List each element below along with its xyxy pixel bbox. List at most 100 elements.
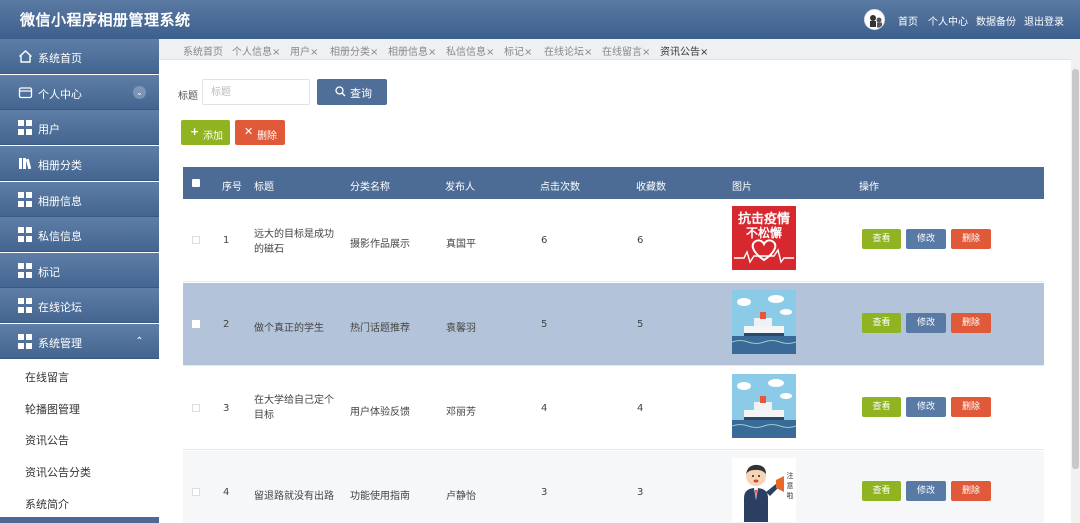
add-button-label: 添加 xyxy=(203,131,223,142)
cell-clicks: 5 xyxy=(541,319,548,330)
poster-image: 抗击疫情 不松懈 xyxy=(732,206,796,270)
sidebar-item-forum[interactable]: 在线论坛 xyxy=(0,288,159,323)
sidebar-item-album-category[interactable]: 相册分类 xyxy=(0,146,159,181)
row-checkbox[interactable] xyxy=(192,404,200,412)
cell-category: 热门话题推荐 xyxy=(350,323,410,334)
delete-button[interactable]: 删除 xyxy=(951,481,991,501)
tab-bar: 系统首页 个人信息× 用户× 相册分类× 相册信息× 私信信息× 标记× 在线论… xyxy=(159,39,1071,60)
cell-favorites: 6 xyxy=(637,235,644,246)
view-button[interactable]: 查看 xyxy=(862,313,901,333)
cartoon-image: 注 意 啦 xyxy=(732,458,796,522)
tab-marks[interactable]: 标记× xyxy=(504,43,532,58)
edit-button[interactable]: 修改 xyxy=(906,229,946,249)
cell-category: 摄影作品展示 xyxy=(350,239,410,250)
cell-title: 做个真正的学生 xyxy=(254,323,324,334)
table-row[interactable]: 1 远大的目标是成功的磁石 摄影作品展示 真国平 6 6 抗击疫情 不松懈 查看… xyxy=(183,199,1044,282)
tab-news[interactable]: 资讯公告× xyxy=(660,43,708,58)
cell-no: 3 xyxy=(223,403,230,414)
cell-publisher: 卢静怡 xyxy=(446,491,476,502)
sidebar-item-private-messages[interactable]: 私信信息 xyxy=(0,217,159,252)
cell-title: 远大的目标是成功的磁石 xyxy=(254,229,334,255)
search-button[interactable]: 查询 xyxy=(317,79,387,105)
row-checkbox[interactable] xyxy=(192,236,200,244)
sidebar-item-home[interactable]: 系统首页 xyxy=(0,39,159,74)
sidebar-item-personal-center[interactable]: 个人中心 ⌄ xyxy=(0,75,159,110)
tab-home[interactable]: 系统首页 xyxy=(183,43,223,58)
close-icon: ✕ xyxy=(244,125,254,138)
column-header: 分类名称 xyxy=(350,182,390,193)
view-button[interactable]: 查看 xyxy=(862,229,901,249)
cell-clicks: 3 xyxy=(541,487,548,498)
delete-button[interactable]: 删除 xyxy=(951,397,991,417)
delete-button[interactable]: 删除 xyxy=(951,313,991,333)
bulk-delete-button[interactable]: ✕ 删除 xyxy=(235,120,285,145)
column-header: 发布人 xyxy=(445,182,475,193)
poster-text: 不松懈 xyxy=(746,225,782,240)
tab-album-category[interactable]: 相册分类× xyxy=(330,43,378,58)
sidebar-item-label: 系统管理 xyxy=(38,337,82,350)
tab-album-info[interactable]: 相册信息× xyxy=(388,43,436,58)
sidebar-subitem-carousel[interactable]: 轮播图管理 xyxy=(25,401,80,417)
sidebar-subitem-system-intro[interactable]: 系统简介 xyxy=(25,496,69,512)
cell-category: 功能使用指南 xyxy=(350,491,410,502)
nav-profile[interactable]: 个人中心 xyxy=(928,13,968,28)
ship-image xyxy=(732,290,796,354)
column-header: 收藏数 xyxy=(636,182,666,193)
search-button-label: 查询 xyxy=(350,87,372,100)
table-row[interactable]: 4 留退路就没有出路 功能使用指南 卢静怡 3 3 注 意 啦 查看 修改 删除 xyxy=(183,451,1044,523)
sidebar-item-marks[interactable]: 标记 xyxy=(0,253,159,288)
cell-clicks: 4 xyxy=(541,403,548,414)
sidebar-subitem-news[interactable]: 资讯公告 xyxy=(25,432,69,448)
delete-button[interactable]: 删除 xyxy=(951,229,991,249)
cartoon-text: 啦 xyxy=(787,491,794,500)
select-all-checkbox[interactable] xyxy=(192,179,200,187)
sidebar-item-label: 用户 xyxy=(38,123,60,136)
edit-button[interactable]: 修改 xyxy=(906,313,946,333)
sidebar-item-system-management[interactable]: 系统管理 ⌃ xyxy=(0,324,159,359)
cell-clicks: 6 xyxy=(541,235,548,246)
table-row[interactable]: 3 在大学给自己定个目标 用户体验反馈 邓丽芳 4 4 查看 修改 删除 xyxy=(183,367,1044,450)
grid-icon xyxy=(18,298,33,313)
sidebar-item-users[interactable]: 用户 xyxy=(0,110,159,145)
cell-publisher: 袁馨羽 xyxy=(446,323,476,334)
nav-backup[interactable]: 数据备份 xyxy=(976,13,1016,28)
chevron-up-icon[interactable]: ⌃ xyxy=(133,335,146,348)
tab-private-messages[interactable]: 私信信息× xyxy=(446,43,494,58)
column-header: 图片 xyxy=(732,182,752,193)
avatar[interactable] xyxy=(864,9,885,30)
search-label: 标题 xyxy=(178,91,198,102)
cell-favorites: 5 xyxy=(637,319,644,330)
chevron-down-icon[interactable]: ⌄ xyxy=(133,86,146,99)
edit-button[interactable]: 修改 xyxy=(906,481,946,501)
tab-personal-info[interactable]: 个人信息× xyxy=(232,43,280,58)
view-button[interactable]: 查看 xyxy=(862,397,901,417)
view-button[interactable]: 查看 xyxy=(862,481,901,501)
nav-logout[interactable]: 退出登录 xyxy=(1024,13,1064,28)
sidebar-item-label: 私信信息 xyxy=(38,230,82,243)
sidebar-subitem-messages[interactable]: 在线留言 xyxy=(25,369,69,385)
nav-home[interactable]: 首页 xyxy=(898,13,918,28)
cell-category: 用户体验反馈 xyxy=(350,407,410,418)
edit-button[interactable]: 修改 xyxy=(906,397,946,417)
tab-messages[interactable]: 在线留言× xyxy=(602,43,650,58)
sidebar-subitem-news-category[interactable]: 资讯公告分类 xyxy=(25,464,91,480)
tab-users[interactable]: 用户× xyxy=(290,43,318,58)
sidebar-divider xyxy=(0,517,159,523)
books-icon xyxy=(19,158,32,170)
wallet-icon xyxy=(18,87,33,99)
cell-publisher: 邓丽芳 xyxy=(446,407,476,418)
app-title: 微信小程序相册管理系统 xyxy=(20,11,191,29)
scrollbar-thumb[interactable] xyxy=(1072,69,1079,469)
scrollbar[interactable] xyxy=(1071,39,1080,523)
sidebar-item-album-info[interactable]: 相册信息 xyxy=(0,182,159,217)
add-button[interactable]: + 添加 xyxy=(181,120,230,145)
cell-no: 2 xyxy=(223,319,230,330)
tab-forum[interactable]: 在线论坛× xyxy=(544,43,592,58)
row-checkbox[interactable] xyxy=(192,320,200,328)
ship-image xyxy=(732,374,796,438)
search-input[interactable] xyxy=(202,79,310,105)
table-row[interactable]: 2 做个真正的学生 热门话题推荐 袁馨羽 5 5 查看 修改 删除 xyxy=(183,283,1044,366)
grid-icon xyxy=(18,334,33,349)
cartoon-text: 意 xyxy=(787,481,794,490)
row-checkbox[interactable] xyxy=(192,488,200,496)
